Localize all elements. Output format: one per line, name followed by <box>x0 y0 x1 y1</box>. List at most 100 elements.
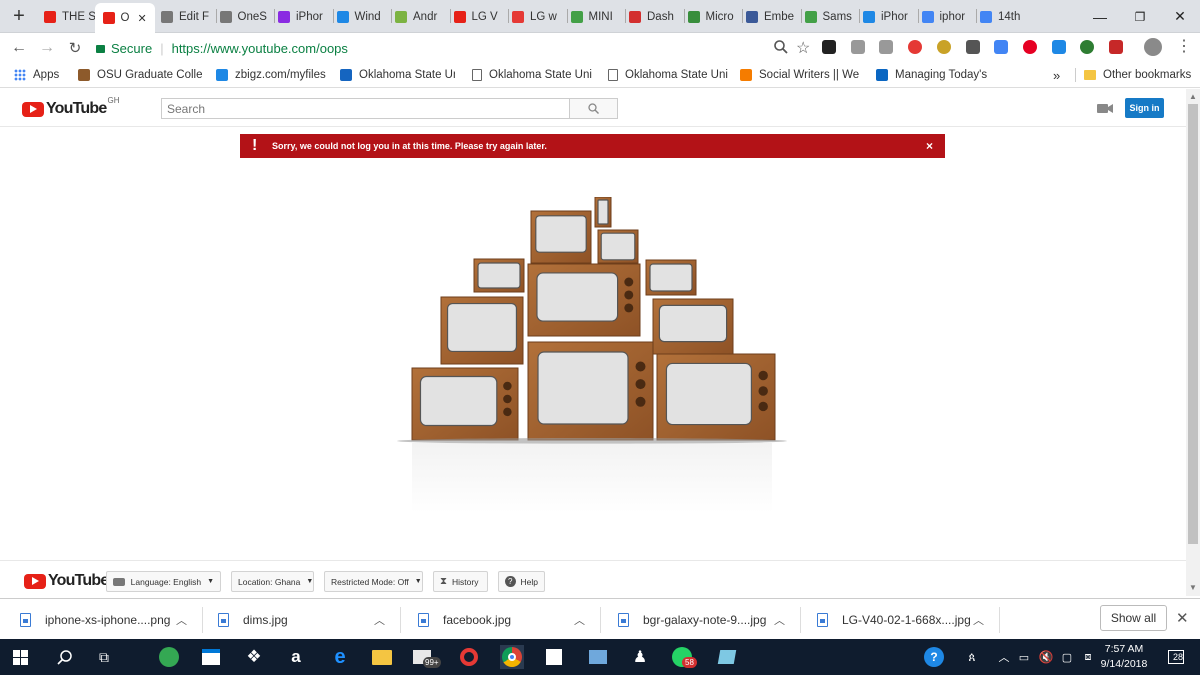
browser-tab[interactable]: O ✕ <box>94 3 155 33</box>
cortana-search-icon[interactable] <box>53 645 77 669</box>
bookmark-item[interactable]: OSU Graduate Colle <box>78 67 203 83</box>
minimize-button[interactable]: — <box>1078 0 1122 33</box>
history-button[interactable]: ⧗ History <box>433 571 488 592</box>
coin-extension-icon[interactable] <box>936 40 951 54</box>
upload-camera-icon[interactable] <box>1097 103 1113 114</box>
search-input[interactable]: Search <box>161 98 570 119</box>
location-picker[interactable]: Location: Ghana ▼ <box>231 571 314 592</box>
pin-extension-icon[interactable] <box>822 40 836 54</box>
browser-tab[interactable]: Sams <box>804 5 856 29</box>
download-options-chevron-icon[interactable]: ︿ <box>374 612 385 628</box>
browser-tab[interactable]: Andr <box>395 5 446 29</box>
edge-app-icon[interactable]: e <box>328 645 352 669</box>
other-bookmarks-folder[interactable]: Other bookmarks <box>1084 67 1191 83</box>
dropbox-app-icon[interactable]: ❖ <box>242 645 266 669</box>
download-item[interactable]: bgr-galaxy-note-9....jpg ︿ <box>618 599 798 640</box>
close-tab-icon[interactable]: ✕ <box>137 12 146 25</box>
bookmark-item[interactable]: Social Writers || We <box>740 67 860 83</box>
translate-extension-icon[interactable] <box>994 40 1009 54</box>
menu-icon[interactable]: ⋮ <box>1176 37 1192 57</box>
close-alert-button[interactable]: × <box>926 139 933 153</box>
download-item[interactable]: LG-V40-02-1-668x....jpg ︿ <box>817 599 997 640</box>
restore-button[interactable]: ❐ <box>1118 0 1162 33</box>
bookmark-item[interactable]: zbigz.com/myfiles <box>216 67 326 83</box>
browser-tab[interactable]: Embe <box>746 5 797 29</box>
file-explorer-app-icon[interactable] <box>370 645 394 669</box>
pdf-extension-icon[interactable] <box>1109 40 1123 54</box>
task-view-icon[interactable]: ⧉ <box>92 645 116 669</box>
download-options-chevron-icon[interactable]: ︿ <box>774 612 785 628</box>
bookmark-item[interactable]: Oklahoma State Uni <box>608 67 728 83</box>
opera-app-icon[interactable] <box>457 645 481 669</box>
browser-tab[interactable]: MINI <box>570 5 622 29</box>
youtube-logo[interactable]: YouTube GH <box>22 96 119 118</box>
scroll-up-arrow[interactable]: ▲ <box>1189 92 1197 101</box>
browser-tab[interactable]: THE S <box>44 5 95 29</box>
help-button[interactable]: ? Help <box>498 571 545 592</box>
browser-tab[interactable]: Wind <box>336 5 388 29</box>
download-options-chevron-icon[interactable]: ︿ <box>973 612 984 628</box>
people-app-icon[interactable]: ♟ <box>628 645 652 669</box>
whatsapp-app-icon[interactable]: 58 <box>672 645 702 669</box>
search-button[interactable] <box>569 98 618 119</box>
page-scrollbar[interactable]: ▲ ▼ <box>1186 89 1200 596</box>
download-item[interactable]: dims.jpg ︿ <box>218 599 398 640</box>
language-picker[interactable]: Language: English ▼ <box>106 571 221 592</box>
clock[interactable]: 7:57 AM 9/14/2018 <box>1098 642 1150 672</box>
browser-tab[interactable]: Micro <box>687 5 739 29</box>
earth-extension-icon[interactable] <box>1080 40 1095 54</box>
mail-extension-icon[interactable] <box>965 40 980 54</box>
scroll-thumb[interactable] <box>1188 104 1198 544</box>
sign-in-button[interactable]: Sign in <box>1125 98 1164 118</box>
store-app-icon[interactable] <box>199 645 223 669</box>
amazon-app-icon[interactable]: a <box>284 645 308 669</box>
network-tray-icon[interactable]: ⧈ <box>1076 645 1100 669</box>
profile-avatar[interactable] <box>1144 38 1162 56</box>
download-options-chevron-icon[interactable]: ︿ <box>574 612 585 628</box>
people-tray-icon[interactable]: ጰ <box>960 645 984 669</box>
browser-tab[interactable]: LG w <box>512 5 563 29</box>
bookmark-item[interactable]: Oklahoma State Uni <box>472 67 592 83</box>
show-all-downloads-button[interactable]: Show all <box>1100 605 1167 631</box>
download-item[interactable]: iphone-xs-iphone....png ︿ <box>20 599 200 640</box>
adblock-extension-icon[interactable] <box>908 40 923 54</box>
network-app-icon[interactable] <box>586 645 610 669</box>
bookmark-star-icon[interactable]: ☆ <box>796 38 810 58</box>
browser-tab[interactable]: Dash <box>629 5 680 29</box>
browser-tab[interactable]: OneS <box>219 5 271 29</box>
browser-tab[interactable]: Edit F <box>161 5 212 29</box>
new-tab-button[interactable]: + <box>8 4 30 28</box>
forward-icon[interactable]: → <box>36 37 58 59</box>
mail-app-icon[interactable]: 99+ <box>413 645 449 669</box>
snip-app-icon[interactable] <box>542 645 566 669</box>
cloud-extension-icon[interactable] <box>850 40 865 54</box>
scroll-down-arrow[interactable]: ▼ <box>1189 583 1197 592</box>
close-downloads-icon[interactable]: ✕ <box>1176 609 1189 627</box>
tripadvisor-app-icon[interactable] <box>157 645 181 669</box>
zoom-icon[interactable] <box>774 40 788 54</box>
browser-tab[interactable]: 14th <box>980 5 1031 29</box>
lastpass-extension-icon[interactable] <box>1051 40 1066 54</box>
restricted-mode-picker[interactable]: Restricted Mode: Off ▼ <box>324 571 423 592</box>
download-options-chevron-icon[interactable]: ︿ <box>176 612 187 628</box>
windows-start-icon[interactable] <box>8 645 32 669</box>
bookmark-item[interactable]: Managing Today's D <box>876 67 991 83</box>
browser-tab[interactable]: iPhor <box>278 5 329 29</box>
chrome-app-icon[interactable] <box>500 645 524 669</box>
bookmark-item[interactable]: Apps <box>14 67 64 83</box>
footer-youtube-logo[interactable]: YouTube <box>24 572 109 590</box>
browser-tab[interactable]: iphor <box>921 5 973 29</box>
notes-app-icon[interactable] <box>715 645 739 669</box>
close-window-button[interactable]: ✕ <box>1158 0 1200 33</box>
battery-icon[interactable]: ▭ <box>1012 645 1036 669</box>
browser-tab[interactable]: iPhor <box>863 5 914 29</box>
action-center-icon[interactable]: 28 <box>1164 645 1188 669</box>
download-item[interactable]: facebook.jpg ︿ <box>418 599 598 640</box>
bookmarks-overflow-button[interactable]: » <box>1053 68 1060 83</box>
address-bar[interactable]: Secure | https://www.youtube.com/oops <box>96 36 816 60</box>
back-icon[interactable]: ← <box>8 37 30 59</box>
help-tray-icon[interactable]: ? <box>922 645 946 669</box>
browser-tab[interactable]: LG V <box>453 5 505 29</box>
dropbox-extension-icon[interactable] <box>879 40 894 54</box>
pinterest-extension-icon[interactable] <box>1022 40 1037 54</box>
